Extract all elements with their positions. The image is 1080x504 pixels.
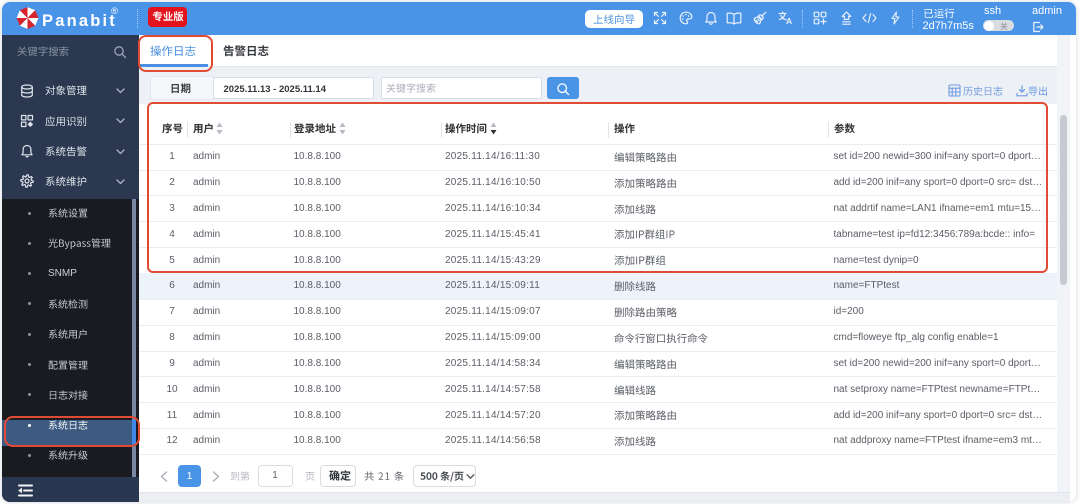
svg-text:A: A: [786, 16, 792, 25]
